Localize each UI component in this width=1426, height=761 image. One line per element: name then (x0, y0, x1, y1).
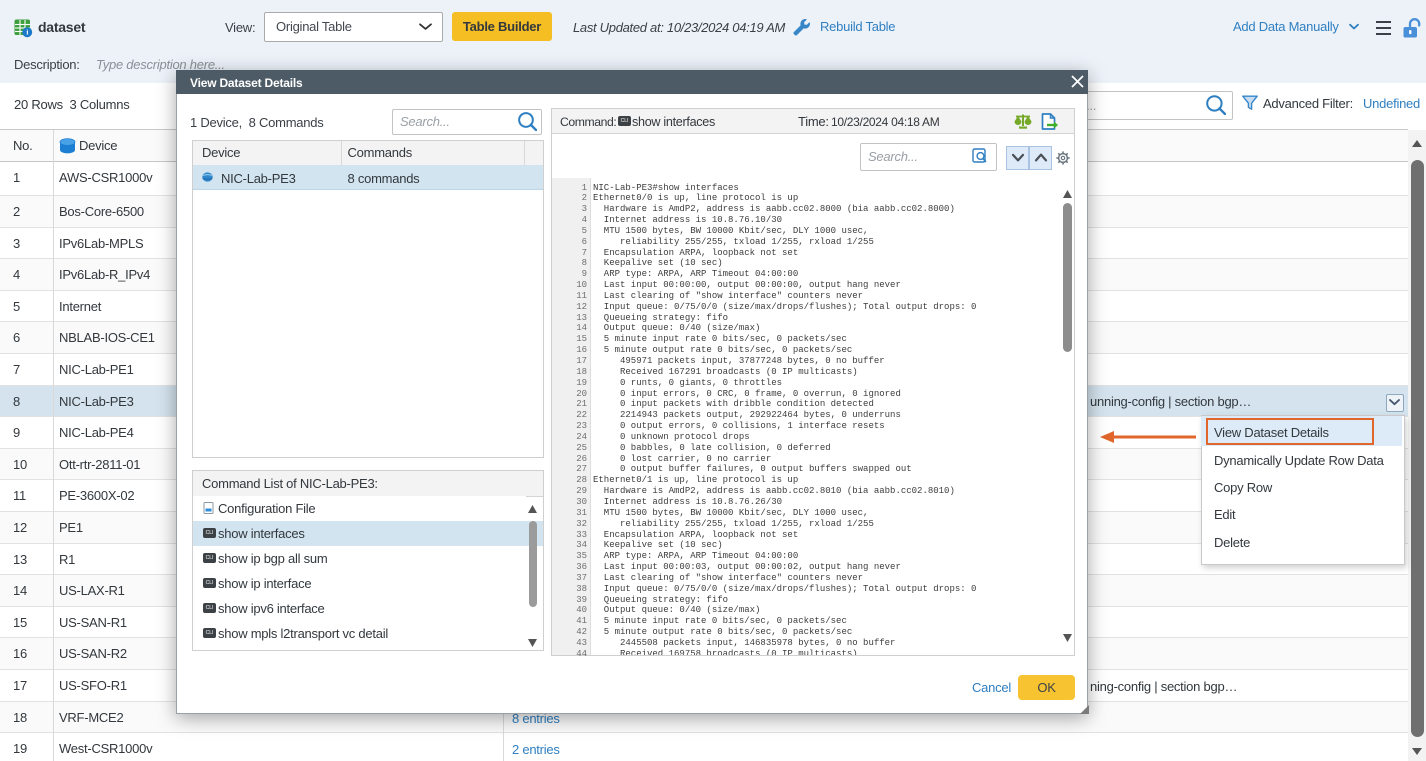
svg-text:i: i (26, 29, 28, 37)
